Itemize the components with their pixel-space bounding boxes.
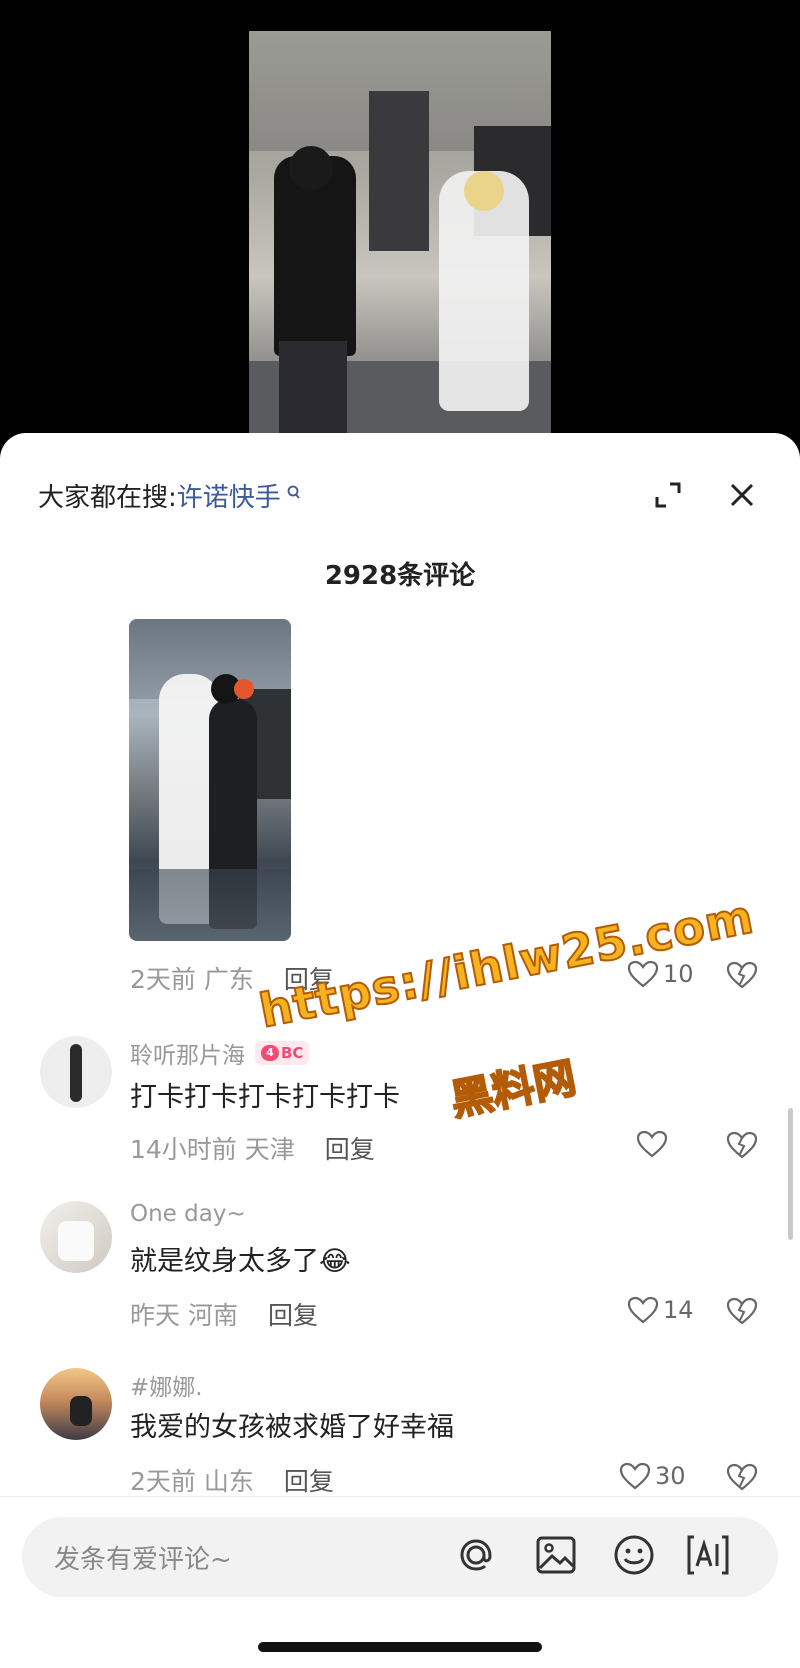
username-text: #娜娜.	[130, 1375, 203, 1401]
image-icon[interactable]	[530, 1529, 582, 1581]
like-button[interactable]: 30	[619, 1462, 686, 1490]
comment-username[interactable]: One day~	[130, 1201, 246, 1227]
comment-time-location: 昨天 河南	[130, 1301, 238, 1330]
reply-button[interactable]: 回复	[268, 1296, 318, 1332]
comment-text: 就是纹身太多了😂	[130, 1239, 351, 1278]
comment-time-location: 2天前 山东	[130, 1467, 254, 1496]
comment-username[interactable]: 聆听那片海 4 BC	[130, 1036, 310, 1070]
expand-icon[interactable]	[648, 475, 688, 515]
comment-meta: 2天前 山东 回复	[130, 1462, 334, 1498]
like-button[interactable]: 14	[627, 1296, 694, 1324]
comment-time-location: 2天前 广东	[130, 965, 254, 994]
comment-input[interactable]: 发条有爱评论~	[22, 1517, 778, 1597]
reply-button[interactable]: 回复	[284, 1462, 334, 1498]
like-count: 14	[663, 1296, 694, 1324]
comment-text: 打卡打卡打卡打卡打卡	[130, 1082, 400, 1113]
fan-badge: 4 BC	[255, 1041, 310, 1065]
dislike-icon[interactable]	[726, 1130, 758, 1164]
comment-sheet: 大家都在搜: 许诺快手 2928条评论 2天前 广东 回复 10 聆听那片海 4…	[0, 433, 800, 1667]
like-count: 10	[663, 960, 694, 988]
avatar[interactable]	[40, 1201, 112, 1273]
comment-text-body: 就是纹身太多了	[130, 1246, 319, 1277]
scrollbar[interactable]	[788, 1108, 793, 1240]
badge-heart-icon: 4	[261, 1045, 279, 1061]
trending-search-label: 大家都在搜:	[38, 482, 177, 513]
reply-button[interactable]: 回复	[325, 1130, 375, 1166]
dislike-icon[interactable]	[726, 1462, 758, 1496]
comment-input-bar: 发条有爱评论~	[0, 1496, 800, 1668]
comment-input-placeholder: 发条有爱评论~	[54, 1545, 232, 1575]
home-indicator[interactable]	[258, 1642, 542, 1652]
comment-image[interactable]	[129, 619, 291, 941]
comment-meta: 14小时前 天津 回复	[130, 1130, 375, 1166]
close-icon[interactable]	[722, 475, 762, 515]
heart-icon	[627, 1296, 659, 1324]
at-icon[interactable]	[450, 1529, 502, 1581]
search-icon	[287, 484, 301, 507]
emoji-icon[interactable]	[608, 1529, 660, 1581]
comment-count: 2928条评论	[324, 561, 476, 591]
comment-text: 我爱的女孩被求婚了好幸福	[130, 1412, 454, 1443]
username-text: One day~	[130, 1201, 246, 1227]
comment-time-location: 14小时前 天津	[130, 1135, 295, 1164]
ai-icon[interactable]	[682, 1529, 734, 1581]
dislike-icon[interactable]	[726, 1296, 758, 1330]
username-text: 聆听那片海	[130, 1043, 245, 1069]
trending-search-term[interactable]: 许诺快手	[177, 477, 281, 514]
comment-username[interactable]: #娜娜.	[130, 1368, 203, 1402]
avatar[interactable]	[40, 1036, 112, 1108]
comment-meta: 昨天 河南 回复	[130, 1296, 318, 1332]
heart-icon	[619, 1462, 651, 1490]
badge-label: BC	[281, 1044, 304, 1062]
like-count: 30	[655, 1462, 686, 1490]
video-frame[interactable]	[249, 31, 551, 440]
avatar[interactable]	[40, 1368, 112, 1440]
dislike-icon[interactable]	[726, 960, 758, 994]
laughing-emoji-icon: 😂	[319, 1246, 351, 1277]
heart-icon	[636, 1130, 668, 1158]
video-player[interactable]	[0, 0, 800, 440]
trending-search[interactable]: 大家都在搜: 许诺快手	[38, 475, 301, 515]
like-button[interactable]	[636, 1130, 672, 1158]
